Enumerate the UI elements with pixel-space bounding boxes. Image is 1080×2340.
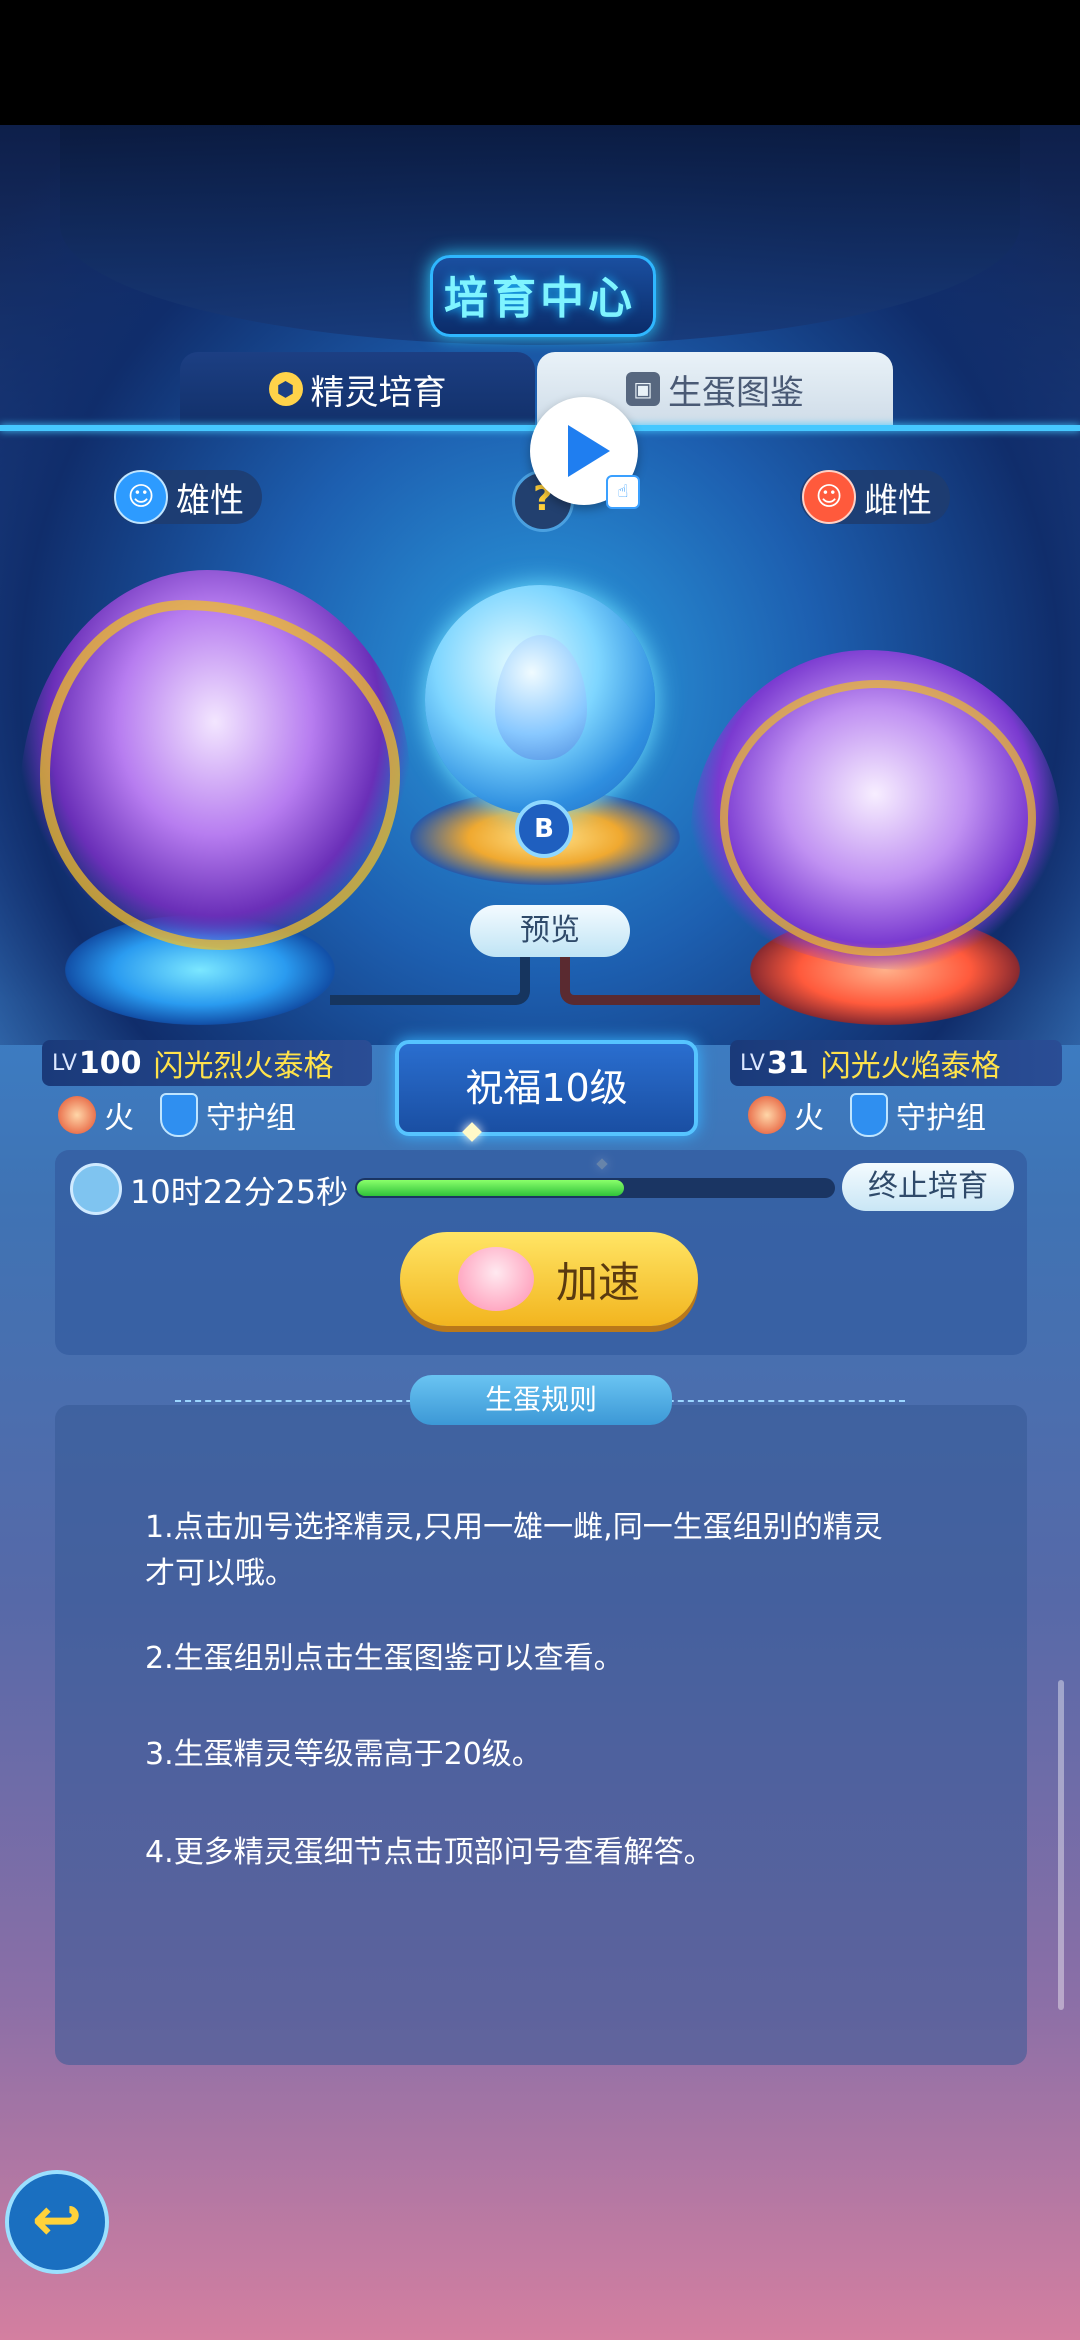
female-level: 31	[766, 1045, 809, 1081]
tap-hand-icon: ☝	[606, 475, 640, 509]
male-level-prefix: LV	[52, 1050, 77, 1076]
rule-item: 2.生蛋组别点击生蛋图鉴可以查看。	[145, 1641, 624, 1676]
pet-face-icon	[457, 1247, 534, 1311]
shield-icon	[850, 1093, 888, 1137]
rules-heading: 生蛋规则	[410, 1375, 672, 1425]
female-label: 雌性	[864, 480, 932, 521]
female-type: 火	[794, 1101, 824, 1136]
egg-badge-icon: B	[515, 800, 573, 858]
female-pet-name: 闪光火焰泰格	[820, 1049, 1001, 1084]
play-icon	[568, 425, 610, 477]
connector-line-left	[330, 955, 530, 1005]
tab-breeding-label: 精灵培育	[310, 372, 447, 413]
female-info-plate: LV 31 闪光火焰泰格	[730, 1040, 1062, 1086]
hexagon-icon: ⬢	[268, 372, 303, 406]
male-label: 雄性	[176, 480, 244, 521]
timer-icon	[70, 1163, 122, 1215]
male-info-plate: LV 100 闪光烈火泰格	[42, 1040, 372, 1086]
male-slot-label: ☺ 雄性	[112, 470, 262, 524]
female-slot-label: ☺ 雌性	[800, 470, 950, 524]
rule-item: 4.更多精灵蛋细节点击顶部问号查看解答。	[145, 1835, 714, 1870]
shield-icon	[160, 1093, 198, 1137]
preview-button[interactable]: 预览	[470, 905, 630, 957]
connector-line-right	[560, 955, 760, 1005]
page-title: 培育中心	[444, 273, 636, 324]
tab-breeding[interactable]: ⬢ 精灵培育	[180, 352, 535, 426]
male-group: 守护组	[206, 1101, 296, 1136]
breeding-screen: 培育中心 ⬢ 精灵培育 ▣ 生蛋图鉴 ? ☝ ☺ 雄性 ☺ 雌性 B 预览 LV…	[0, 0, 1080, 2340]
rule-item: 3.生蛋精灵等级需高于20级。	[145, 1737, 542, 1772]
back-arrow-button[interactable]: ↩	[5, 2170, 109, 2274]
male-level: 100	[78, 1045, 142, 1081]
fire-icon	[58, 1096, 96, 1134]
rule-item: 1.点击加号选择精灵,只用一雄一雌,同一生蛋组别的精灵才可以哦。	[145, 1510, 883, 1591]
fire-icon	[748, 1096, 786, 1134]
female-level-prefix: LV	[740, 1050, 765, 1076]
progress-bar-fill	[357, 1180, 624, 1196]
female-group: 守护组	[896, 1101, 986, 1136]
book-icon: ▣	[626, 372, 660, 406]
speed-up-label: 加速	[555, 1257, 640, 1307]
timer-text: 10时22分25秒	[130, 1173, 349, 1211]
male-attributes: 火 守护组	[58, 1090, 322, 1140]
female-icon: ☺	[802, 470, 856, 524]
stop-breeding-button[interactable]: 终止培育	[842, 1163, 1014, 1211]
female-pet-armor	[720, 680, 1036, 956]
tab-egg-handbook-label: 生蛋图鉴	[668, 372, 804, 413]
male-pet-name: 闪光烈火泰格	[153, 1049, 334, 1084]
male-icon: ☺	[114, 470, 168, 524]
male-type: 火	[104, 1101, 134, 1136]
scrollbar[interactable]	[1058, 1680, 1064, 2010]
female-attributes: 火 守护组	[748, 1090, 1012, 1140]
speed-up-button[interactable]: 加速	[400, 1232, 698, 1326]
blessing-level-badge[interactable]: 祝福10级	[395, 1040, 698, 1136]
